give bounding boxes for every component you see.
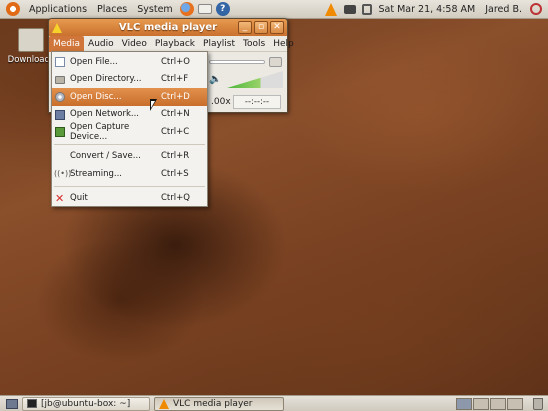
mail-icon[interactable] (197, 4, 212, 14)
network-icon[interactable] (361, 3, 372, 15)
show-desktop-icon[interactable] (6, 398, 18, 409)
media-menu-dropdown: Open File... Ctrl+O Open Directory... Ct… (51, 51, 208, 207)
menu-item-open-network[interactable]: Open Network... Ctrl+N (52, 106, 207, 124)
menu-item-label: Open File... (70, 56, 118, 67)
seek-handle[interactable] (269, 57, 282, 67)
workspace-4[interactable] (507, 397, 523, 410)
system-tray: Sat Mar 21, 4:58 AM Jared B. (321, 2, 548, 16)
firefox-icon[interactable] (179, 2, 194, 16)
menu-audio[interactable]: Audio (84, 39, 118, 49)
disc-icon (55, 92, 65, 102)
taskbar-item-label: [jb@ubuntu-box: ~] (41, 398, 131, 409)
user-name[interactable]: Jared B. (485, 4, 522, 15)
menu-help[interactable]: Help (269, 39, 298, 49)
menu-item-label: Streaming... (70, 168, 123, 179)
menu-item-label: Open Network... (70, 109, 140, 120)
vlc-menubar: Media Audio Video Playback Playlist Tool… (49, 35, 294, 52)
menu-item-open-capture-device[interactable]: Open Capture Device... Ctrl+C (52, 121, 207, 142)
menu-item-convert-save[interactable]: Convert / Save... Ctrl+R (52, 148, 207, 166)
vlc-icon[interactable] (324, 2, 337, 16)
playback-speed[interactable]: .00x (211, 97, 231, 107)
menu-separator (54, 185, 205, 187)
mouse-cursor-fill (151, 101, 155, 108)
stream-icon: ((•)) (54, 169, 72, 178)
places-menu[interactable]: Places (92, 4, 132, 15)
folder-icon (55, 75, 65, 84)
window-buttons: _ ▫ ✕ (236, 21, 284, 34)
workspace-switcher (455, 397, 523, 410)
clock[interactable]: Sat Mar 21, 4:58 AM (379, 4, 476, 15)
speaker-icon[interactable]: 🔈 (209, 75, 221, 85)
menu-item-streaming[interactable]: ((•)) Streaming... Ctrl+S (52, 165, 207, 183)
workspace-1[interactable] (456, 397, 472, 410)
menu-item-shortcut: Ctrl+S (161, 168, 189, 179)
menu-item-shortcut: Ctrl+Q (161, 193, 190, 204)
menu-item-shortcut: Ctrl+R (161, 151, 190, 162)
menu-playback[interactable]: Playback (151, 39, 199, 49)
system-menu[interactable]: System (132, 4, 177, 15)
minimize-button[interactable]: _ (238, 21, 252, 34)
menu-item-label: Open Capture Device... (70, 121, 130, 142)
close-button[interactable]: ✕ (270, 21, 284, 34)
trash-icon[interactable] (533, 397, 543, 410)
capture-icon (55, 127, 65, 137)
menu-item-shortcut: Ctrl+O (161, 56, 190, 67)
menu-item-quit[interactable]: ✕ Quit Ctrl+Q (52, 190, 207, 208)
menu-playlist[interactable]: Playlist (199, 39, 239, 49)
battery-icon[interactable] (343, 4, 356, 14)
maximize-button[interactable]: ▫ (254, 21, 268, 34)
time-display[interactable]: --:--:-- (233, 95, 281, 109)
menu-item-shortcut: Ctrl+F (161, 74, 189, 85)
power-icon[interactable] (530, 3, 542, 15)
volume-slider[interactable] (227, 71, 283, 88)
menu-item-label: Open Disc... (70, 91, 122, 102)
bottom-panel: [jb@ubuntu-box: ~] VLC media player (0, 395, 548, 411)
taskbar-item-vlc[interactable]: VLC media player (154, 396, 284, 411)
ubuntu-logo-icon[interactable] (6, 2, 20, 16)
menu-separator (54, 143, 205, 145)
menu-item-label: Quit (70, 193, 88, 204)
menu-item-shortcut: Ctrl+N (161, 109, 190, 120)
menu-tools[interactable]: Tools (239, 39, 269, 49)
folder-icon (18, 28, 44, 52)
taskbar-item-terminal[interactable]: [jb@ubuntu-box: ~] (22, 396, 150, 411)
vlc-titlebar[interactable]: VLC media player _ ▫ ✕ (49, 19, 287, 36)
quit-icon: ✕ (55, 191, 65, 205)
file-icon (55, 57, 65, 67)
menu-video[interactable]: Video (118, 39, 151, 49)
menu-item-open-disc[interactable]: Open Disc... Ctrl+D (52, 88, 207, 106)
vlc-icon (159, 398, 169, 409)
menu-item-open-directory[interactable]: Open Directory... Ctrl+F (52, 71, 207, 89)
menu-item-open-file[interactable]: Open File... Ctrl+O (52, 53, 207, 71)
seek-track[interactable] (209, 60, 265, 64)
menu-item-shortcut: Ctrl+C (161, 126, 190, 137)
menu-item-shortcut: Ctrl+D (161, 91, 190, 102)
terminal-icon (27, 399, 37, 408)
workspace-2[interactable] (473, 397, 489, 410)
menu-item-label: Convert / Save... (70, 151, 141, 162)
network-icon (55, 109, 65, 120)
menu-item-label: Open Directory... (70, 74, 142, 85)
top-panel: Applications Places System ? Sat Mar 21,… (0, 0, 548, 19)
applications-menu[interactable]: Applications (24, 4, 92, 15)
volume-control[interactable]: 🔈 (209, 71, 285, 89)
help-icon[interactable]: ? (215, 2, 230, 16)
workspace-3[interactable] (490, 397, 506, 410)
menu-media[interactable]: Media (49, 35, 85, 52)
seek-bar[interactable] (209, 57, 285, 67)
taskbar-item-label: VLC media player (173, 398, 253, 409)
